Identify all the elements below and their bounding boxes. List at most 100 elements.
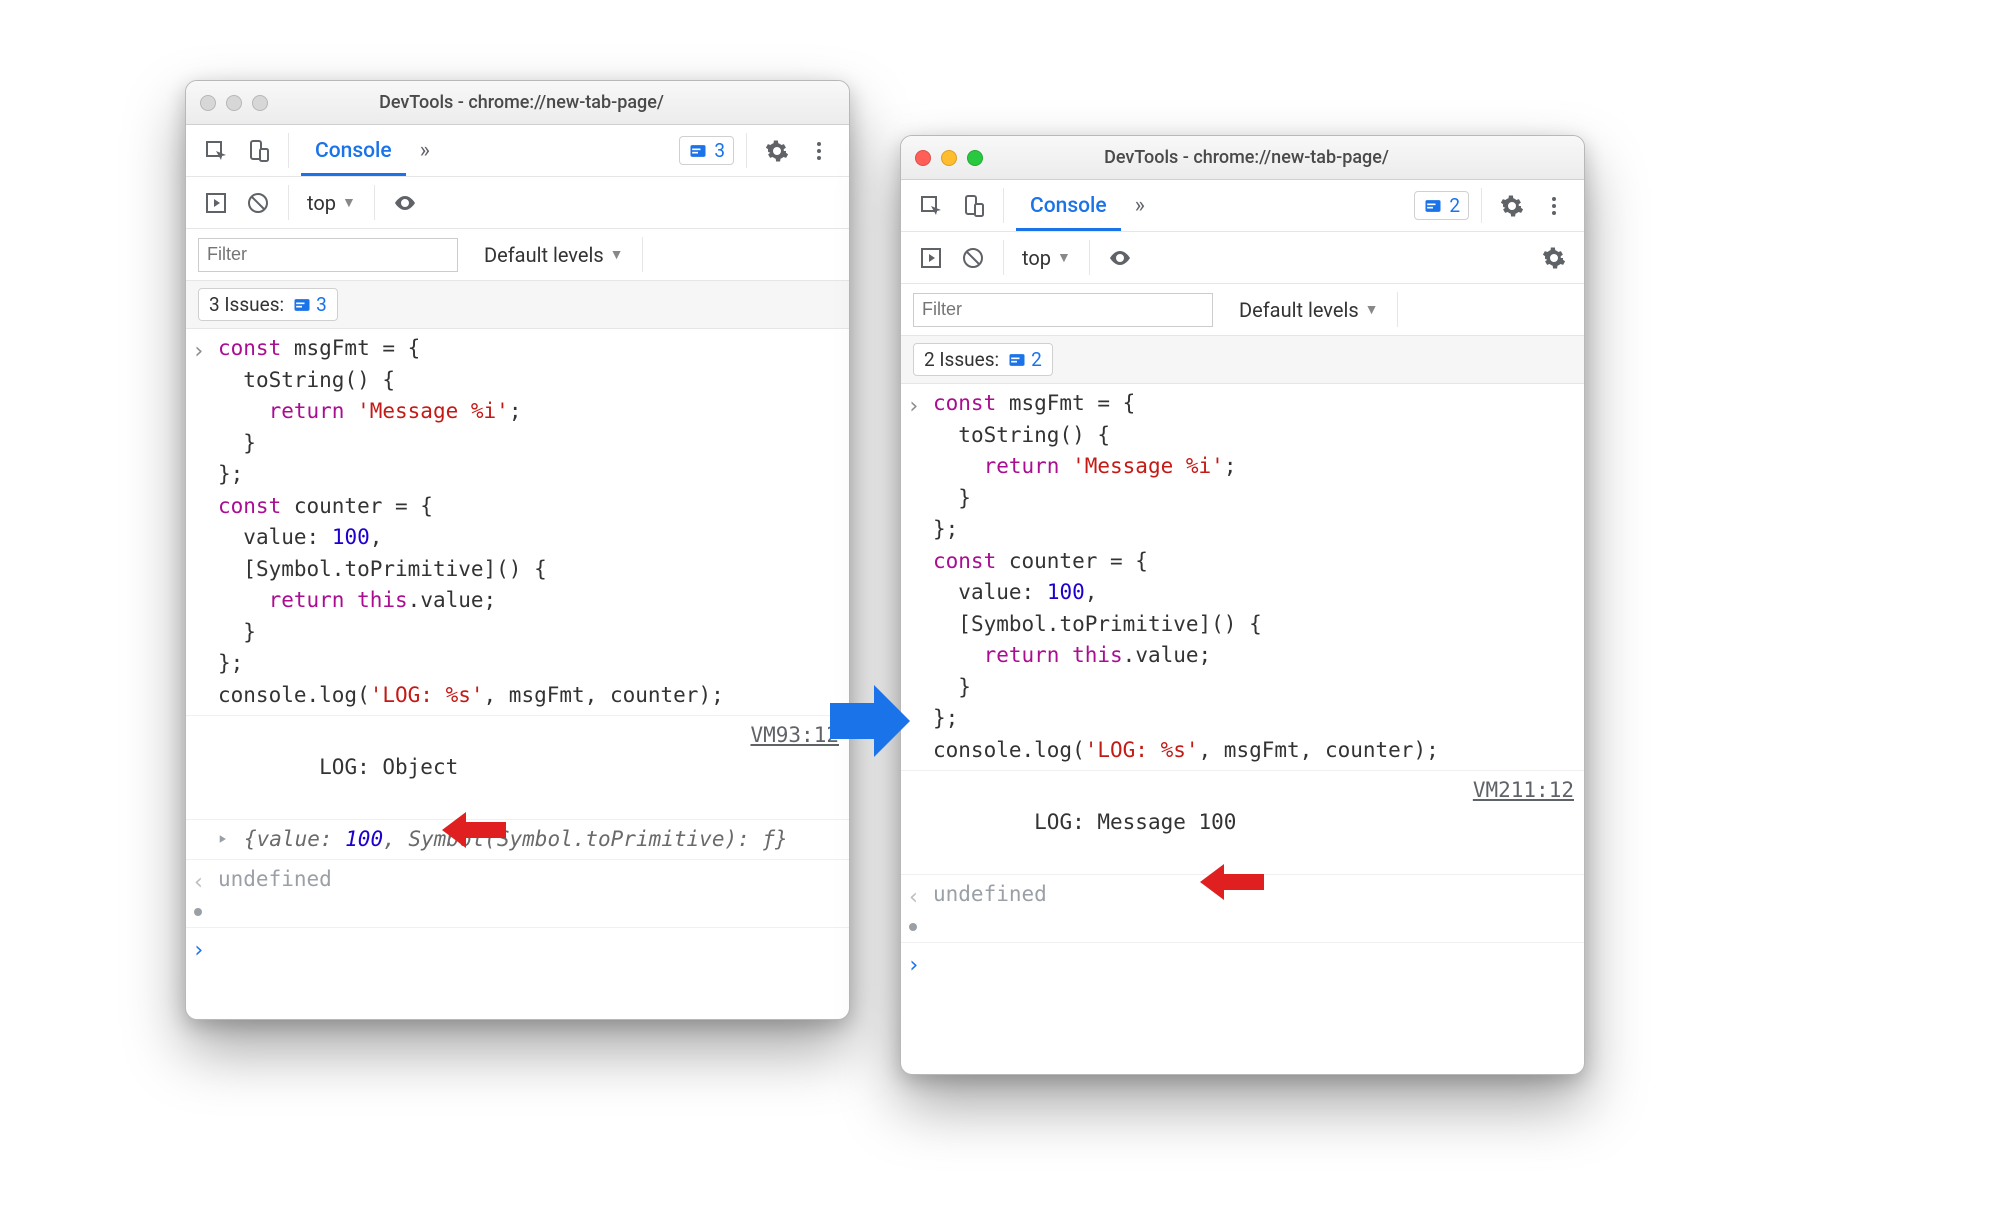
traffic-lights[interactable]	[200, 95, 268, 111]
return-value: undefined	[933, 879, 1574, 911]
console-log-row: LOG: Object VM93:12	[186, 716, 849, 820]
console-object-row: {value: 100, Symbol(Symbol.toPrimitive):…	[186, 820, 849, 861]
prompt-icon	[192, 932, 214, 967]
window-title: DevTools - chrome://new-tab-page/	[993, 147, 1500, 168]
separator	[1089, 240, 1090, 275]
issues-badge[interactable]: 3	[679, 136, 734, 165]
code-block[interactable]: const msgFmt = { toString() { return 'Me…	[218, 333, 839, 711]
levels-label: Default levels	[1239, 298, 1359, 322]
clear-icon[interactable]	[955, 240, 991, 276]
levels-label: Default levels	[484, 243, 604, 267]
issues-bar: 2 Issues: 2	[901, 336, 1584, 384]
return-icon	[192, 864, 214, 923]
levels-dropdown[interactable]: Default levels ▼	[478, 243, 630, 267]
issues-count: 3	[714, 139, 725, 162]
context-label: top	[1022, 246, 1051, 270]
inspect-icon[interactable]	[913, 188, 949, 224]
sidebar-toggle-icon[interactable]	[198, 185, 234, 221]
inspect-icon[interactable]	[198, 133, 234, 169]
filter-input[interactable]	[198, 238, 458, 272]
tabbar: Console » 2	[901, 180, 1584, 232]
devtools-window-before: DevTools - chrome://new-tab-page/ Consol…	[185, 80, 850, 1020]
tabs-overflow-icon[interactable]: »	[1127, 193, 1155, 218]
issues-pill-count: 2	[1031, 348, 1042, 371]
kebab-icon[interactable]	[801, 133, 837, 169]
separator	[1481, 188, 1482, 223]
filter-bar: Default levels ▼	[186, 229, 849, 281]
traffic-zoom[interactable]	[252, 95, 268, 111]
console-output[interactable]: const msgFmt = { toString() { return 'Me…	[901, 384, 1584, 1074]
context-dropdown[interactable]: top ▼	[1016, 246, 1077, 270]
tabbar: Console » 3	[186, 125, 849, 177]
gutter	[192, 824, 214, 826]
console-input-row: const msgFmt = { toString() { return 'Me…	[186, 329, 849, 716]
separator	[288, 185, 289, 220]
traffic-lights[interactable]	[915, 150, 983, 166]
tab-console[interactable]: Console	[1016, 180, 1121, 231]
separator	[1003, 188, 1004, 223]
traffic-close[interactable]	[915, 150, 931, 166]
gutter	[192, 720, 214, 722]
separator	[288, 133, 289, 168]
traffic-minimize[interactable]	[941, 150, 957, 166]
chevron-down-icon: ▼	[1057, 249, 1071, 266]
separator	[1003, 240, 1004, 275]
prompt-icon	[907, 388, 929, 423]
traffic-zoom[interactable]	[967, 150, 983, 166]
prompt-icon	[192, 333, 214, 368]
issues-prefix: 3 Issues:	[209, 293, 284, 316]
separator	[1397, 292, 1398, 327]
separator	[746, 133, 747, 168]
clear-icon[interactable]	[240, 185, 276, 221]
console-return-row: undefined	[901, 875, 1584, 943]
gear-icon[interactable]	[759, 133, 795, 169]
filter-input[interactable]	[913, 293, 1213, 327]
sidebar-toggle-icon[interactable]	[913, 240, 949, 276]
gear-icon[interactable]	[1494, 188, 1530, 224]
titlebar[interactable]: DevTools - chrome://new-tab-page/	[186, 81, 849, 125]
filter-bar: Default levels ▼	[901, 284, 1584, 336]
return-value: undefined	[218, 864, 839, 896]
object-preview[interactable]: {value: 100, Symbol(Symbol.toPrimitive):…	[244, 824, 839, 856]
return-icon	[907, 879, 929, 938]
console-return-row: undefined	[186, 860, 849, 928]
gear-icon[interactable]	[1536, 240, 1572, 276]
window-title: DevTools - chrome://new-tab-page/	[278, 92, 765, 113]
live-expression-eye-icon[interactable]	[387, 185, 423, 221]
console-log-row: LOG: Message 100 VM211:12	[901, 771, 1584, 875]
log-text: LOG: Message 100	[1034, 810, 1236, 834]
log-source-link[interactable]: VM211:12	[1473, 775, 1574, 807]
log-source-link[interactable]: VM93:12	[750, 720, 839, 752]
device-toggle-icon[interactable]	[955, 188, 991, 224]
console-input-row: const msgFmt = { toString() { return 'Me…	[901, 384, 1584, 771]
issues-bar: 3 Issues: 3	[186, 281, 849, 329]
issues-badge[interactable]: 2	[1414, 191, 1469, 220]
context-dropdown[interactable]: top ▼	[301, 191, 362, 215]
expand-icon[interactable]	[218, 824, 240, 850]
console-output[interactable]: const msgFmt = { toString() { return 'Me…	[186, 329, 849, 1019]
titlebar[interactable]: DevTools - chrome://new-tab-page/	[901, 136, 1584, 180]
console-prompt-row[interactable]	[186, 928, 849, 971]
issues-pill-count: 3	[316, 293, 327, 316]
console-prompt-row[interactable]	[901, 943, 1584, 986]
kebab-icon[interactable]	[1536, 188, 1572, 224]
levels-dropdown[interactable]: Default levels ▼	[1233, 298, 1385, 322]
device-toggle-icon[interactable]	[240, 133, 276, 169]
log-text: LOG: Object	[319, 755, 458, 779]
traffic-minimize[interactable]	[226, 95, 242, 111]
live-expression-eye-icon[interactable]	[1102, 240, 1138, 276]
separator	[642, 237, 643, 272]
issues-count: 2	[1449, 194, 1460, 217]
separator	[374, 185, 375, 220]
tabs-overflow-icon[interactable]: »	[412, 138, 440, 163]
issues-pill[interactable]: 3 Issues: 3	[198, 288, 338, 321]
code-block[interactable]: const msgFmt = { toString() { return 'Me…	[933, 388, 1574, 766]
issues-pill[interactable]: 2 Issues: 2	[913, 343, 1053, 376]
traffic-close[interactable]	[200, 95, 216, 111]
tab-console[interactable]: Console	[301, 125, 406, 176]
prompt-icon	[907, 947, 929, 982]
context-label: top	[307, 191, 336, 215]
gutter	[907, 775, 929, 777]
chevron-down-icon: ▼	[610, 246, 624, 263]
chevron-down-icon: ▼	[1365, 301, 1379, 318]
